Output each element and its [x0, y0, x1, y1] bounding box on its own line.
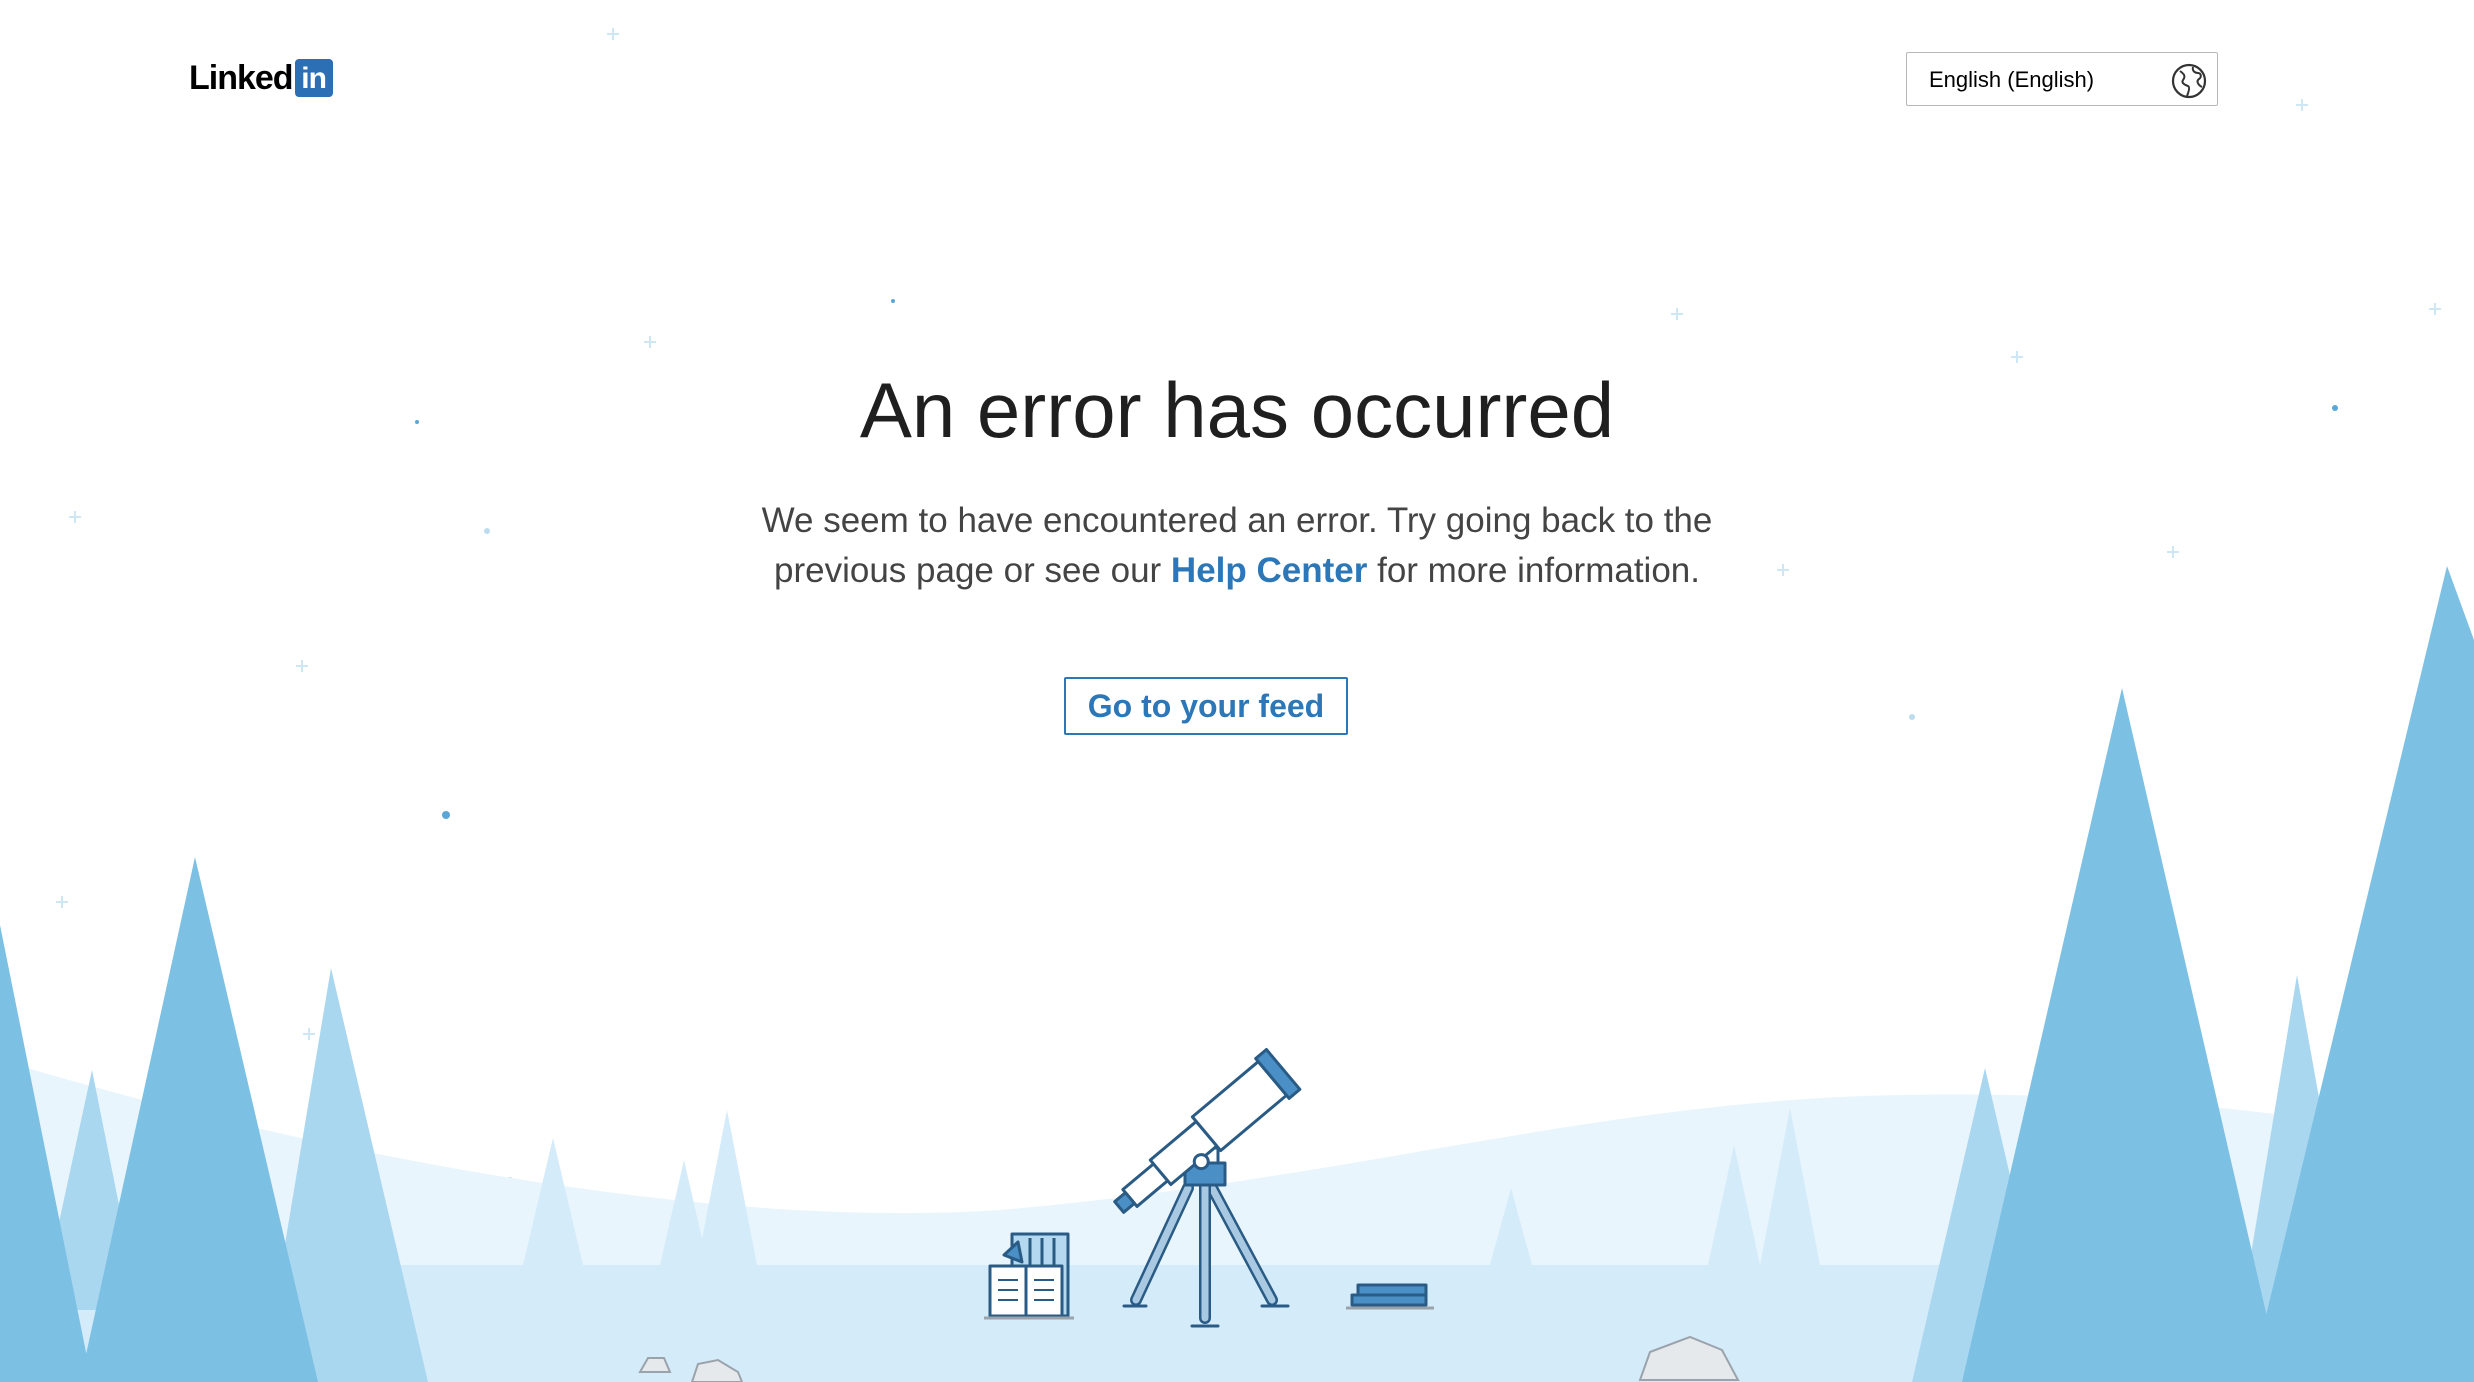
star-icon	[2429, 303, 2441, 315]
star-icon	[2167, 546, 2179, 558]
pine-tree-icons-right	[1912, 566, 2474, 1382]
help-center-link[interactable]: Help Center	[1171, 551, 1367, 590]
star-icon	[2296, 99, 2308, 111]
error-message: We seem to have encountered an error. Tr…	[637, 496, 1837, 596]
star-icon	[303, 1028, 315, 1040]
star-icon	[644, 336, 656, 348]
star-icon	[1671, 308, 1683, 320]
language-selector-label: English (English)	[1929, 67, 2095, 92]
error-message-line2: previous page or see our	[774, 551, 1162, 590]
logo-wordmark: Linked	[189, 59, 294, 97]
linkedin-logo[interactable]: Linked in	[189, 58, 333, 98]
error-message-line2-end: for more information.	[1377, 551, 1700, 590]
star-icon	[607, 28, 619, 40]
error-message-line1: We seem to have encountered an error. Tr…	[761, 501, 1713, 540]
globe-icon	[2171, 63, 2207, 99]
star-icon	[296, 660, 308, 672]
star-icon	[69, 511, 81, 523]
star-icon	[56, 896, 68, 908]
books-stack-icon	[1346, 1283, 1434, 1310]
error-page: Linked in English (English) An error has…	[0, 0, 2474, 1382]
logo-in-badge: in	[294, 59, 333, 97]
error-title: An error has occurred	[859, 366, 1615, 454]
language-selector[interactable]: English (English)	[1906, 52, 2218, 106]
go-to-feed-button[interactable]: Go to your feed	[1064, 677, 1348, 735]
